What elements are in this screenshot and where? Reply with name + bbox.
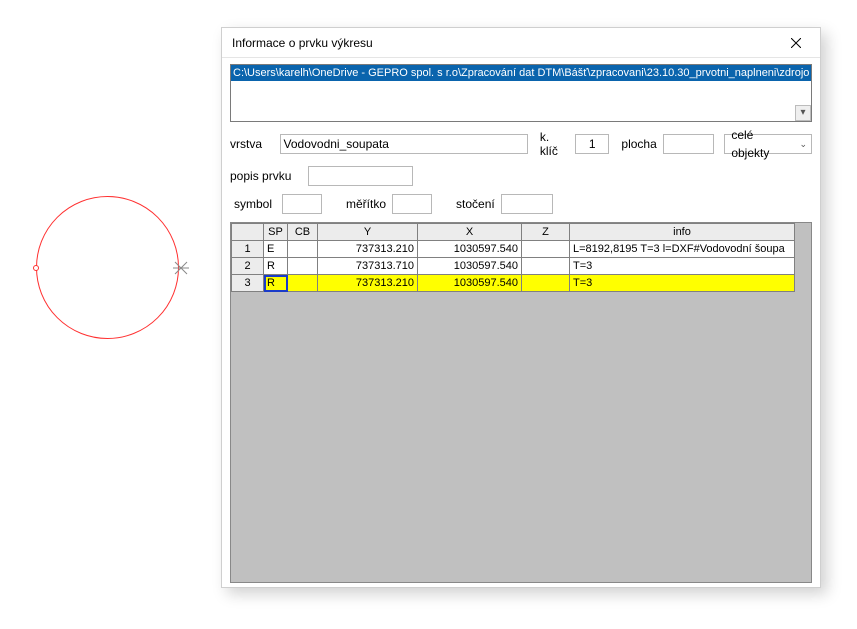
close-button[interactable] <box>776 29 816 57</box>
table-row[interactable]: 2 R 737313.710 1030597.540 T=3 <box>232 258 795 275</box>
stoceni-input[interactable] <box>501 194 553 214</box>
symbol-label: symbol <box>230 197 276 211</box>
coord-table[interactable]: SP CB Y X Z info 1 E 737313.210 1030597 <box>231 223 795 292</box>
row-number[interactable]: 3 <box>232 275 264 292</box>
col-sp[interactable]: SP <box>264 224 288 241</box>
chevron-down-icon: ▾ <box>800 107 805 118</box>
cell-x[interactable]: 1030597.540 <box>418 241 522 258</box>
cell-x[interactable]: 1030597.540 <box>418 275 522 292</box>
scroll-down-button[interactable]: ▾ <box>795 105 811 121</box>
plocha-label: plocha <box>621 137 656 151</box>
cell-cb[interactable] <box>288 275 318 292</box>
info-dialog: Informace o prvku výkresu C:\Users\karel… <box>221 27 821 588</box>
cell-cb[interactable] <box>288 241 318 258</box>
meritko-input[interactable] <box>392 194 432 214</box>
vrstva-label: vrstva <box>230 137 274 151</box>
cell-y[interactable]: 737313.210 <box>318 241 418 258</box>
close-icon <box>791 38 801 48</box>
circle-shape <box>36 196 179 339</box>
vrstva-input[interactable]: Vodovodni_soupata <box>280 134 528 154</box>
cell-sp[interactable]: R <box>264 275 288 292</box>
kklic-label: k. klíč <box>540 130 569 158</box>
kklic-input[interactable]: 1 <box>575 134 610 154</box>
cell-y[interactable]: 737313.710 <box>318 258 418 275</box>
kklic-value: 1 <box>589 137 596 151</box>
cell-z[interactable] <box>522 275 570 292</box>
window-title: Informace o prvku výkresu <box>232 36 776 50</box>
titlebar[interactable]: Informace o prvku výkresu <box>222 28 820 58</box>
table-row[interactable]: 1 E 737313.210 1030597.540 L=8192,8195 T… <box>232 241 795 258</box>
vertex-handle[interactable] <box>33 265 39 271</box>
col-y[interactable]: Y <box>318 224 418 241</box>
col-z[interactable]: Z <box>522 224 570 241</box>
cell-sp[interactable]: R <box>264 258 288 275</box>
symbol-input[interactable] <box>282 194 322 214</box>
cell-y[interactable]: 737313.210 <box>318 275 418 292</box>
cell-sp[interactable]: E <box>264 241 288 258</box>
col-info[interactable]: info <box>570 224 795 241</box>
meritko-label: měřítko <box>346 197 386 211</box>
chevron-down-icon: ⌄ <box>799 135 807 153</box>
scope-value: celé objekty <box>731 126 793 162</box>
col-cb[interactable]: CB <box>288 224 318 241</box>
row-number[interactable]: 2 <box>232 258 264 275</box>
grid-container: SP CB Y X Z info 1 E 737313.210 1030597 <box>230 222 812 583</box>
x-marker <box>173 260 189 276</box>
plocha-input[interactable] <box>663 134 715 154</box>
cell-cb[interactable] <box>288 258 318 275</box>
path-textarea[interactable]: C:\Users\karelh\OneDrive - GEPRO spol. s… <box>230 64 812 122</box>
file-path: C:\Users\karelh\OneDrive - GEPRO spol. s… <box>231 65 811 81</box>
cell-info[interactable]: T=3 <box>570 275 795 292</box>
cell-info[interactable]: L=8192,8195 T=3 l=DXF#Vodovodní šoupa <box>570 241 795 258</box>
cell-info[interactable]: T=3 <box>570 258 795 275</box>
popis-input[interactable] <box>308 166 413 186</box>
col-x[interactable]: X <box>418 224 522 241</box>
table-row[interactable]: 3 R 737313.210 1030597.540 T=3 <box>232 275 795 292</box>
scope-select[interactable]: celé objekty ⌄ <box>724 134 812 154</box>
row-number[interactable]: 1 <box>232 241 264 258</box>
cell-z[interactable] <box>522 241 570 258</box>
popis-label: popis prvku <box>230 169 302 183</box>
col-corner[interactable] <box>232 224 264 241</box>
stoceni-label: stočení <box>456 197 495 211</box>
table-header-row: SP CB Y X Z info <box>232 224 795 241</box>
vrstva-value: Vodovodni_soupata <box>284 137 389 151</box>
cell-x[interactable]: 1030597.540 <box>418 258 522 275</box>
cell-z[interactable] <box>522 258 570 275</box>
